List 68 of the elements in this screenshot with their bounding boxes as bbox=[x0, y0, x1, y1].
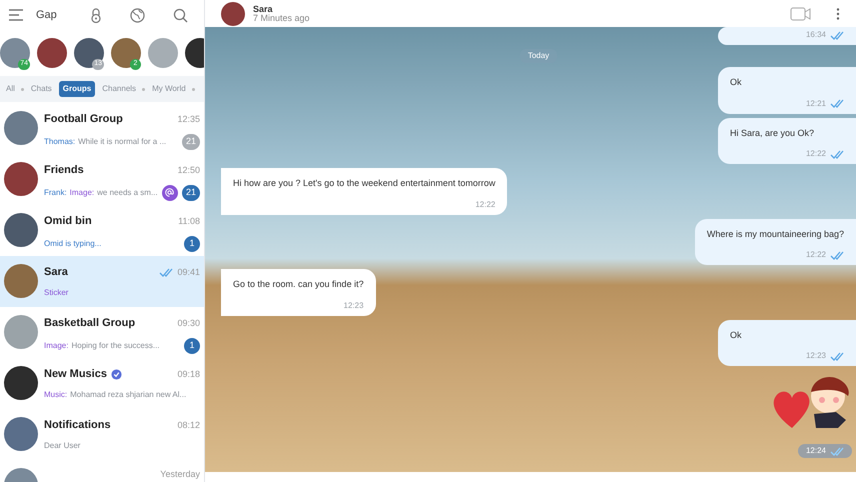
message-time: 12:23 bbox=[344, 300, 364, 312]
chat-time: 12:50 bbox=[177, 164, 200, 176]
message-time: 12:22 bbox=[806, 249, 826, 261]
avatar bbox=[4, 366, 38, 400]
sender-name: Thomas: bbox=[44, 136, 76, 148]
lock-icon[interactable] bbox=[90, 8, 102, 22]
search-icon[interactable] bbox=[173, 8, 188, 22]
chat-time: 09:41 bbox=[177, 266, 200, 278]
chat-name: Sara bbox=[44, 265, 68, 280]
menu-icon[interactable] bbox=[8, 9, 24, 21]
media-label: Music: bbox=[44, 388, 68, 400]
avatar bbox=[4, 315, 38, 349]
chat-time: 12:35 bbox=[177, 112, 200, 126]
story-avatar[interactable] bbox=[37, 38, 67, 68]
unread-count: 1 bbox=[184, 338, 200, 354]
chat-name: New Musics bbox=[44, 367, 107, 382]
at-sign-icon bbox=[165, 188, 174, 197]
avatar bbox=[4, 162, 38, 196]
chat-name: Friends bbox=[44, 163, 84, 178]
avatar bbox=[4, 213, 38, 247]
app-title: Gap bbox=[36, 8, 58, 23]
message-time: 16:34 bbox=[806, 29, 826, 41]
avatar bbox=[4, 111, 38, 145]
contact-name: Sara bbox=[253, 4, 274, 14]
chat-time: 11:08 bbox=[178, 214, 200, 228]
chat-name: Football Group bbox=[44, 112, 123, 127]
story-avatar[interactable] bbox=[74, 38, 104, 68]
chat-time: 08:12 bbox=[177, 418, 200, 432]
unread-count: 21 bbox=[182, 184, 200, 200]
chat-name: Omid bin bbox=[44, 214, 92, 229]
video-call-icon[interactable] bbox=[790, 6, 812, 20]
media-label: Sticker bbox=[44, 286, 68, 298]
message-time: 12:23 bbox=[806, 350, 826, 362]
message-time: 12:22 bbox=[475, 198, 496, 210]
message-preview: Mohamad reza shjarian new Al... bbox=[70, 388, 186, 400]
message-preview: Hoping for the success... bbox=[71, 340, 160, 352]
message-text: Where is my mountaineering bag? bbox=[706, 228, 844, 241]
message-text: Hi how are you ? Let's go to the weekend entertainment tomorrow bbox=[233, 177, 496, 190]
filter-tab[interactable]: Groups bbox=[58, 81, 96, 97]
message-text: Ok bbox=[730, 328, 743, 342]
sender-name: Frank: bbox=[44, 186, 67, 198]
message-time: 12:24 bbox=[806, 445, 826, 457]
message-preview: we needs a sm... bbox=[97, 186, 158, 198]
avatar bbox=[4, 417, 38, 451]
chat-item[interactable]: Sara 09:41 Sticker bbox=[0, 256, 204, 307]
unread-count: 1 bbox=[184, 236, 200, 252]
media-label: Image: bbox=[44, 340, 68, 352]
chat-time: Yesterday bbox=[160, 468, 200, 481]
more-icon[interactable] bbox=[836, 8, 840, 20]
typing-status: Omid is typing... bbox=[44, 238, 102, 250]
avatar bbox=[221, 2, 245, 26]
chat-time: 09:30 bbox=[177, 316, 200, 330]
media-label: Image: bbox=[70, 186, 94, 198]
chat-name: Basketball Group bbox=[44, 316, 136, 331]
unread-count: 21 bbox=[182, 134, 200, 150]
message-text: Hi Sara, are you Ok? bbox=[730, 126, 816, 140]
message-time: 12:21 bbox=[806, 98, 826, 110]
globe-icon[interactable] bbox=[130, 8, 145, 22]
message-text: Ok bbox=[730, 76, 743, 89]
chat-time: 09:18 bbox=[177, 368, 200, 380]
message-text: Go to the room. can you finde it? bbox=[233, 278, 364, 291]
date-separator: Today bbox=[520, 49, 558, 63]
avatar bbox=[4, 264, 38, 298]
message-preview: Dear User bbox=[44, 440, 80, 452]
message-time: 12:22 bbox=[806, 148, 826, 160]
last-seen-status: 7 Minutes ago bbox=[253, 14, 311, 22]
chat-name: Notifications bbox=[44, 418, 111, 433]
message-preview: While it is normal for a ... bbox=[78, 136, 166, 148]
